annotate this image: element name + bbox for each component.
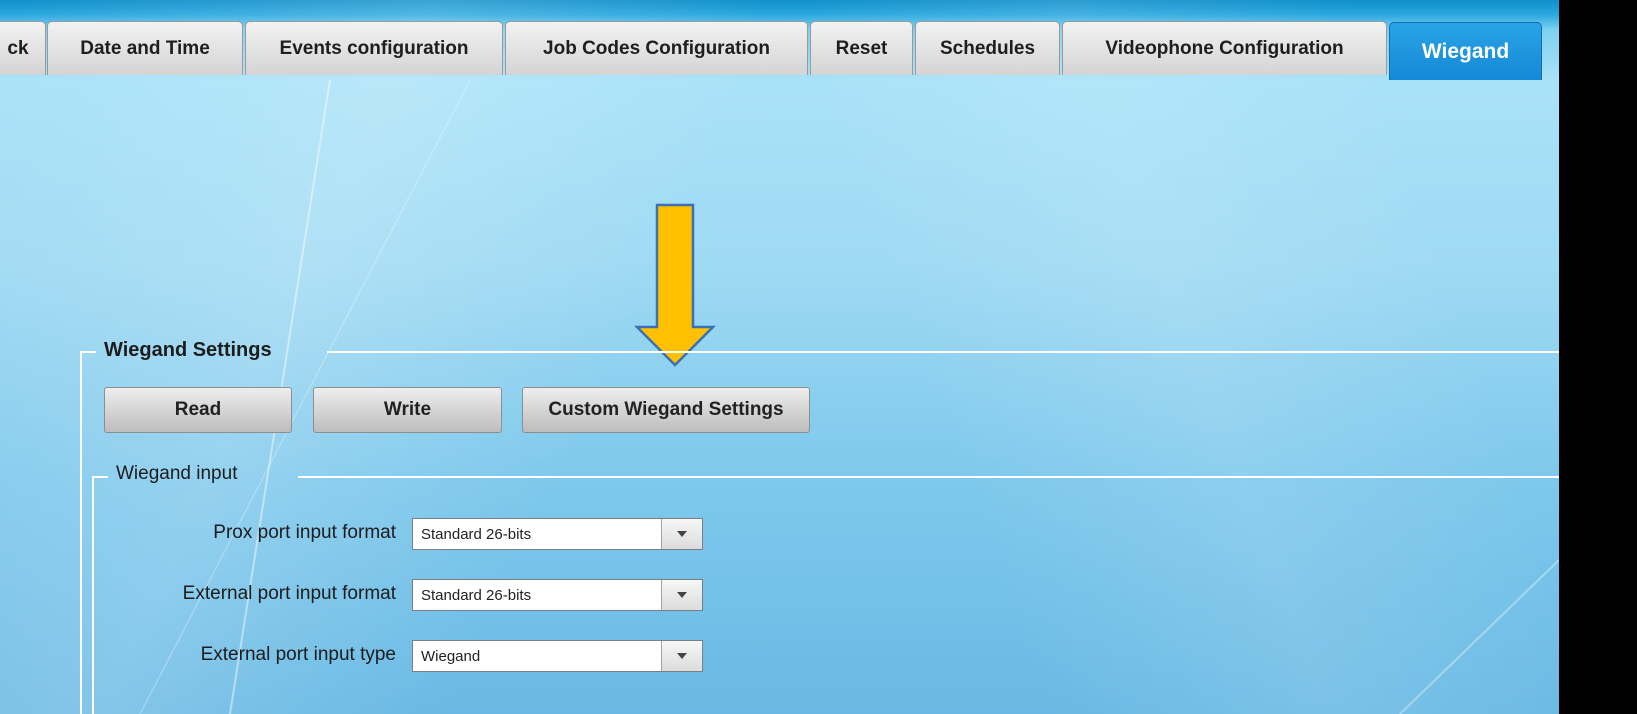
prox-port-input-format-select[interactable]: Standard 26-bits (412, 518, 703, 550)
external-port-input-type-value: Wiegand (421, 647, 481, 665)
tab-videophone-configuration[interactable]: Videophone Configuration (1062, 21, 1387, 75)
settings-group-border-top-left (80, 351, 96, 353)
wiegand-settings-title: Wiegand Settings (104, 339, 272, 361)
tab-job-codes-configuration[interactable]: Job Codes Configuration (505, 21, 808, 75)
input-group-border-left (92, 476, 94, 714)
tab-reset[interactable]: Reset (810, 21, 913, 75)
screen-border-right (1559, 0, 1637, 714)
down-arrow-icon (633, 203, 717, 367)
write-button[interactable]: Write (313, 387, 502, 433)
app-window: ck Date and Time Events configuration Jo… (0, 0, 1637, 714)
tab-previous-partial[interactable]: ck (0, 21, 46, 75)
wiegand-input-title: Wiegand input (116, 463, 238, 484)
chevron-down-icon[interactable] (661, 519, 702, 549)
tab-wiegand[interactable]: Wiegand (1389, 22, 1542, 80)
settings-group-border-left (80, 351, 82, 714)
tab-date-and-time[interactable]: Date and Time (47, 21, 243, 75)
chevron-down-icon[interactable] (661, 641, 702, 671)
chevron-down-icon[interactable] (661, 580, 702, 610)
prox-port-input-format-value: Standard 26-bits (421, 525, 532, 543)
custom-wiegand-settings-button[interactable]: Custom Wiegand Settings (522, 387, 810, 433)
tab-events-configuration[interactable]: Events configuration (245, 21, 503, 75)
input-group-border-top-left (92, 476, 108, 478)
external-port-input-format-label: External port input format (182, 583, 396, 604)
prox-port-input-format-label: Prox port input format (213, 522, 396, 543)
tab-schedules[interactable]: Schedules (915, 21, 1060, 75)
external-port-input-format-select[interactable]: Standard 26-bits (412, 579, 703, 611)
settings-group-border-top-right (327, 351, 1559, 353)
external-port-input-type-label: External port input type (200, 644, 396, 665)
read-button[interactable]: Read (104, 387, 292, 433)
external-port-input-format-value: Standard 26-bits (421, 586, 532, 604)
input-group-border-top-right (298, 476, 1559, 478)
external-port-input-type-select[interactable]: Wiegand (412, 640, 703, 672)
